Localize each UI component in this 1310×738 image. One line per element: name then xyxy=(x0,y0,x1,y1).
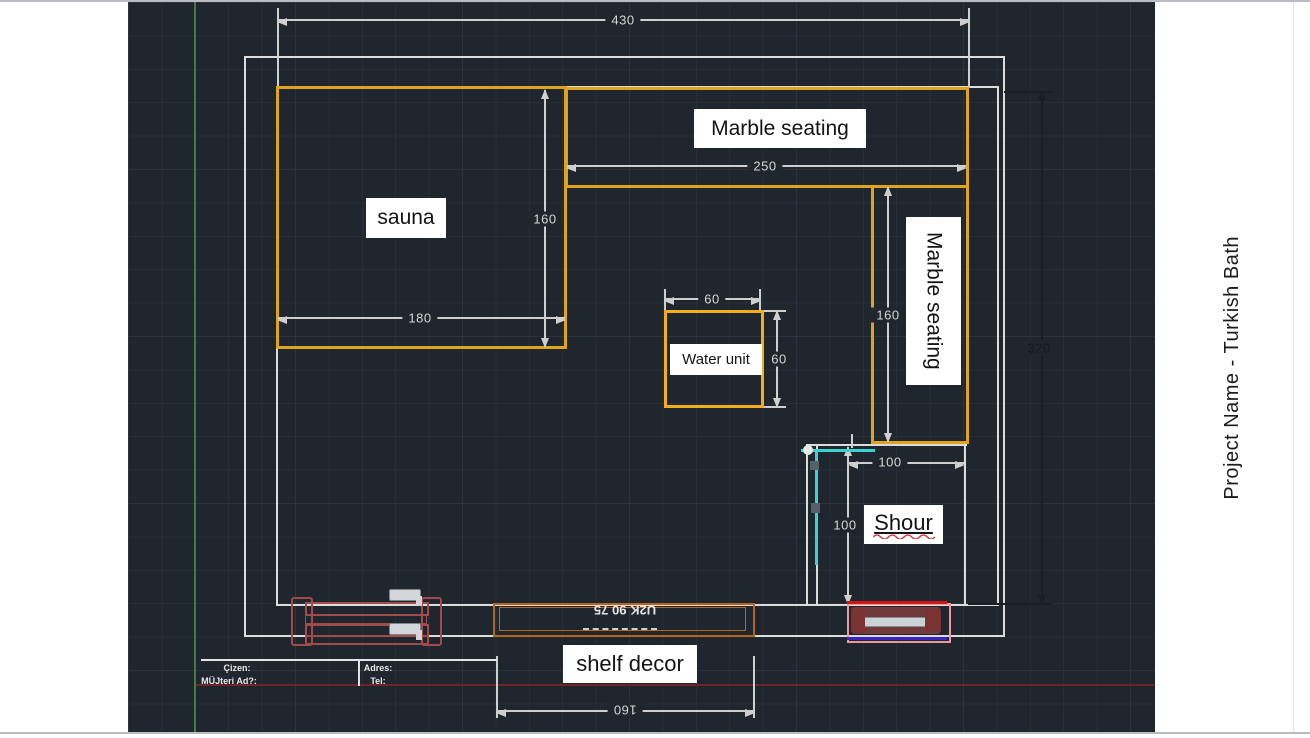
ext-line-60-left xyxy=(664,289,666,311)
titleblock-customer: MÜJteri Ad?: xyxy=(201,676,257,686)
titleblock-drawn-by: Çizen: xyxy=(224,663,251,673)
side-title-area: Project Name - Turkish Bath xyxy=(1155,2,1310,733)
marble-seating-right-label[interactable]: Marble seating xyxy=(906,217,961,385)
water-unit-label[interactable]: Water unit xyxy=(670,344,762,375)
dimension-text-250: 250 xyxy=(747,159,782,174)
ext-line-430-right xyxy=(968,8,970,88)
door-lump-right xyxy=(925,609,941,631)
marble-seating-right-label-text: Marble seating xyxy=(922,232,946,370)
dimension-text-60-top: 60 xyxy=(698,292,725,307)
tick-320-bottom xyxy=(968,603,1052,605)
ext-line-shelf-left xyxy=(496,656,498,718)
ext-line-shelf-right xyxy=(753,656,755,718)
ext-line-60b-top xyxy=(764,310,786,312)
green-axis-line xyxy=(194,2,196,732)
shelf-decor-label[interactable]: shelf decor xyxy=(563,645,697,683)
slide-page: 430 250 160 180 60 60 160 100 100 160 32… xyxy=(0,0,1310,738)
dimension-text-160-marble: 160 xyxy=(870,308,905,323)
titleblock-divider xyxy=(358,660,360,686)
ext-line-60-right xyxy=(759,289,761,311)
shower-label[interactable]: Shour xyxy=(864,505,943,544)
bottom-border-line xyxy=(0,732,1310,734)
ext-line-430-left xyxy=(277,8,279,87)
cad-canvas: 430 250 160 180 60 60 160 100 100 160 32… xyxy=(128,2,1155,732)
shower-head xyxy=(803,445,813,455)
red-baseline xyxy=(196,684,1155,686)
titleblock-address: Adres: xyxy=(364,663,393,673)
sauna-label-text: sauna xyxy=(377,206,434,230)
marble-seating-top-label-text: Marble seating xyxy=(711,117,849,141)
ext-line-60b-bottom xyxy=(764,406,786,408)
shelf-marking-text: U2K 90 75 xyxy=(594,603,656,618)
water-unit-label-text: Water unit xyxy=(682,351,750,368)
shelf-dashed-line xyxy=(583,628,657,630)
door-lump-left xyxy=(851,607,865,633)
dimension-text-320: 320 xyxy=(1021,341,1056,356)
spellcheck-wavy-underline xyxy=(873,534,935,539)
door-blue-bar xyxy=(847,637,947,640)
dimension-text-100-width: 100 xyxy=(872,455,907,470)
project-title[interactable]: Project Name - Turkish Bath xyxy=(1221,236,1244,500)
dimension-text-430: 430 xyxy=(605,13,640,28)
shelf-decor-label-text: shelf decor xyxy=(576,651,684,677)
titleblock-phone: Tel: xyxy=(370,676,385,686)
bench-bracket-stem-top xyxy=(416,596,422,606)
sauna-label[interactable]: sauna xyxy=(366,198,446,238)
dimension-text-180: 180 xyxy=(402,311,437,326)
marble-seating-top-label[interactable]: Marble seating xyxy=(694,109,866,148)
tick-320-top xyxy=(1004,91,1052,93)
glass-hinge-top xyxy=(810,461,819,470)
dimension-text-160-shelf: 160 xyxy=(607,703,642,718)
shower-top-wall xyxy=(806,444,967,446)
titleblock-top-line xyxy=(201,659,497,661)
dimension-text-100-depth: 100 xyxy=(827,518,862,533)
bench-slat-4 xyxy=(305,635,429,645)
dimension-text-160-sauna: 160 xyxy=(527,212,562,227)
dimension-text-60-right: 60 xyxy=(765,352,792,367)
shower-right-wall xyxy=(964,446,966,606)
bench-bracket-stem-bottom xyxy=(416,630,422,640)
shower-label-text: Shour xyxy=(874,510,933,536)
door-red-bar xyxy=(847,601,947,604)
glass-hinge-bottom xyxy=(811,503,820,513)
